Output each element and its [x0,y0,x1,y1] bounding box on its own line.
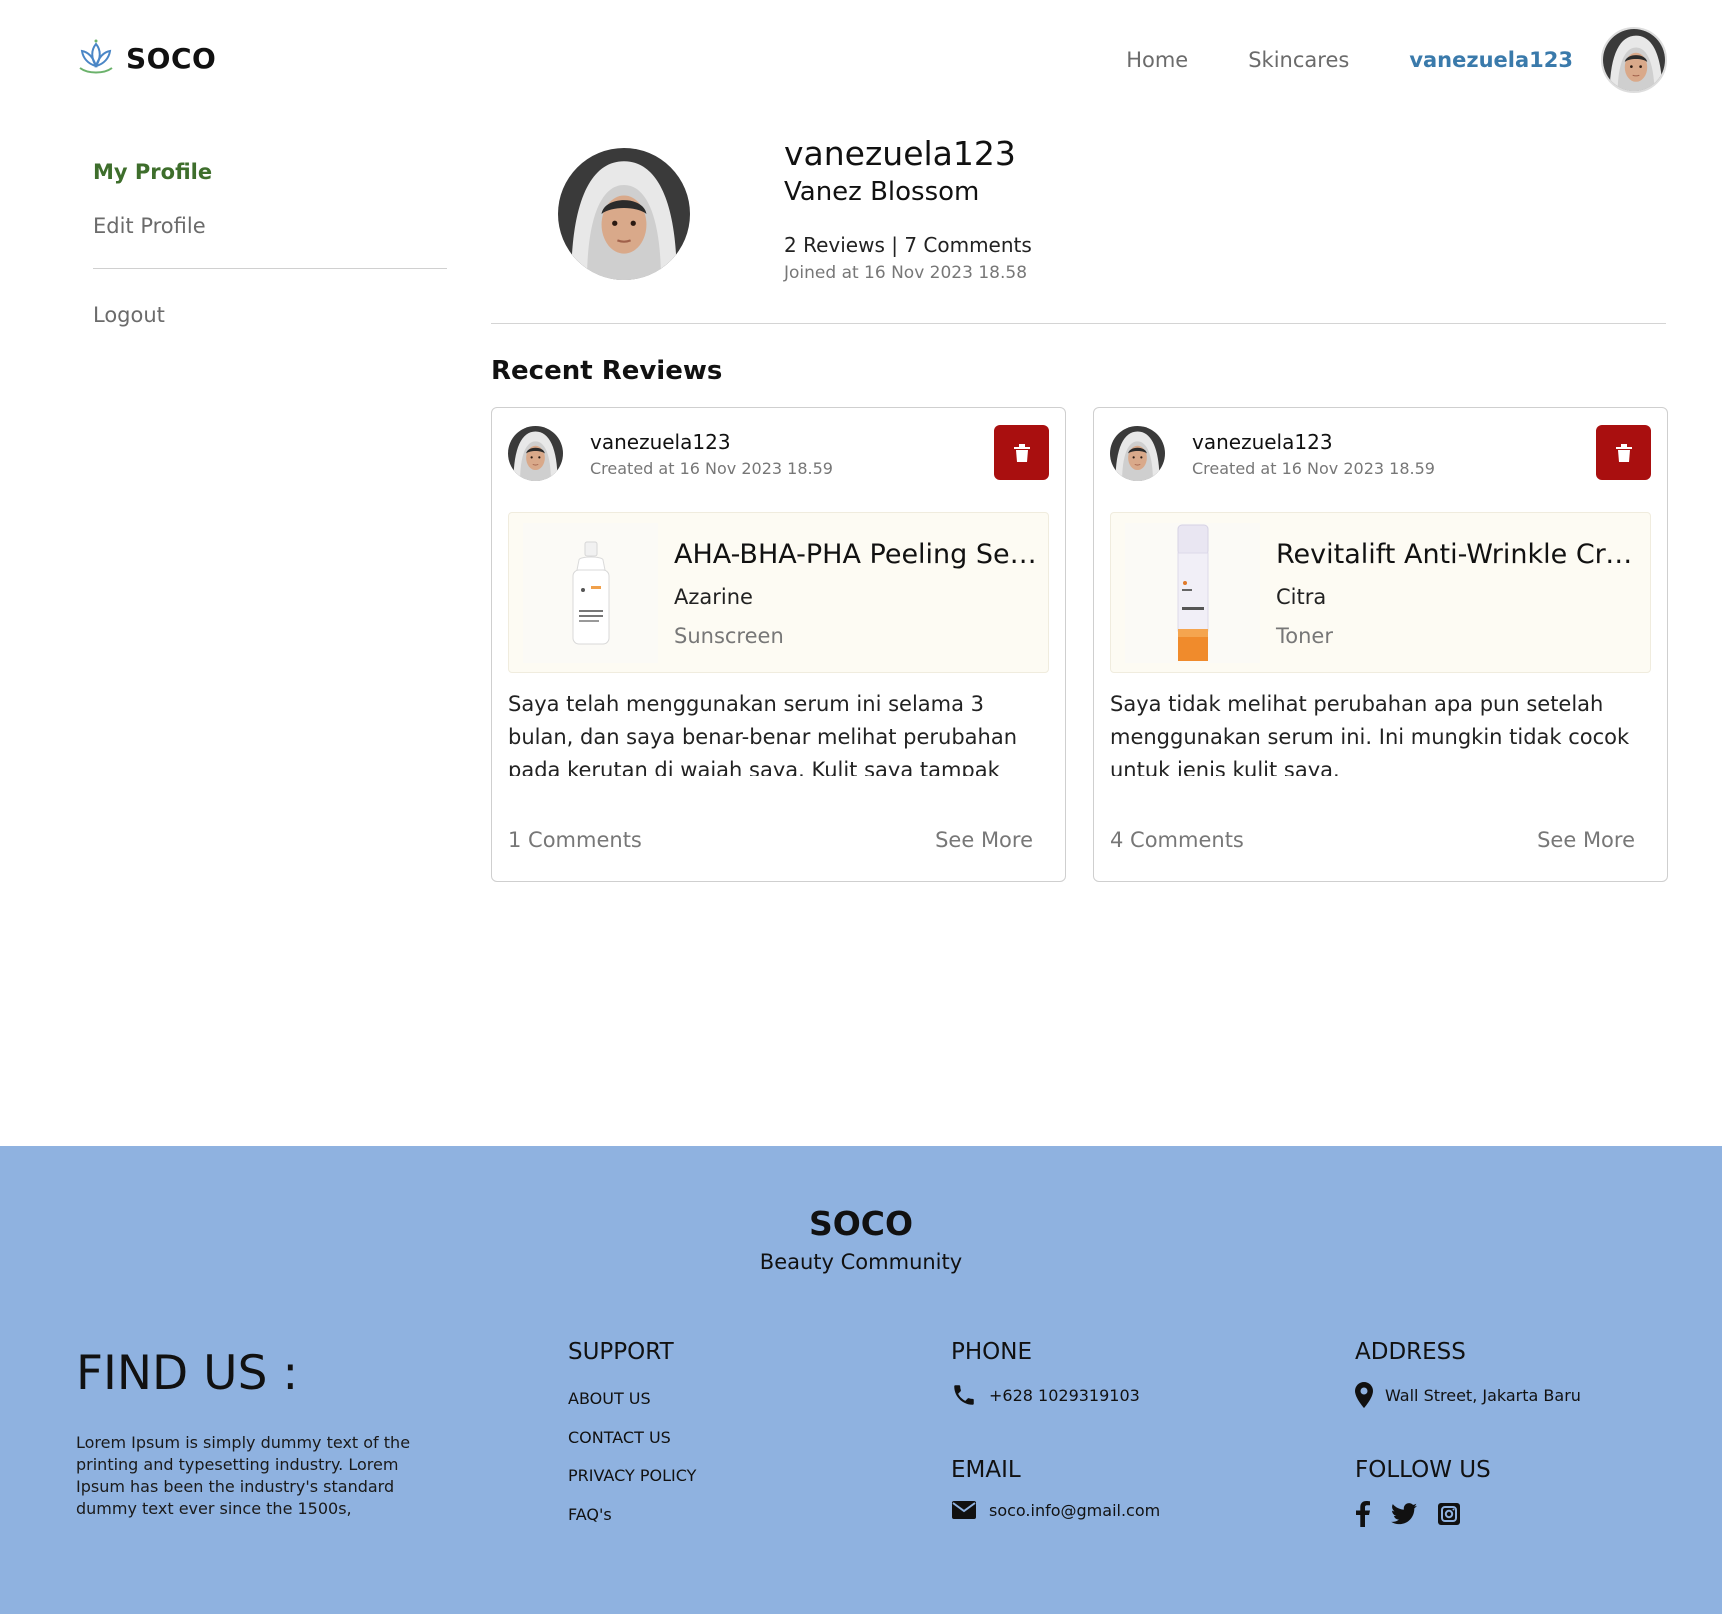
twitter-icon[interactable] [1391,1503,1417,1525]
brand-name: SOCO [126,41,217,75]
reviewer-username[interactable]: vanezuela123 [590,430,731,454]
product-brand: Citra [1276,585,1327,609]
see-more-link[interactable]: See More [1537,828,1635,852]
product-summary[interactable]: Revitalift Anti-Wrinkle Cream Citra Tone… [1110,512,1651,673]
phone-row: +628 1029319103 [951,1382,1140,1408]
review-text: Saya telah menggunakan serum ini selama … [508,692,1018,776]
sidebar-divider [93,268,447,269]
reviewer-avatar[interactable] [1110,426,1165,481]
sidebar-item-edit-profile[interactable]: Edit Profile [93,214,447,238]
envelope-icon [951,1500,977,1520]
product-image [523,523,658,663]
review-created-date: Created at 16 Nov 2023 18.59 [590,459,833,478]
delete-review-button[interactable] [994,425,1049,480]
product-category: Sunscreen [674,624,784,648]
brand[interactable]: SOCO [76,38,216,78]
profile-username: vanezuela123 [784,134,1016,173]
nav-username-link[interactable]: vanezuela123 [1409,48,1573,72]
product-summary[interactable]: AHA-BHA-PHA Peeling Serum Azarine Sunscr… [508,512,1049,673]
profile-divider [491,323,1666,324]
follow-us-heading: FOLLOW US [1355,1457,1491,1483]
delete-review-button[interactable] [1596,425,1651,480]
footer-link-faqs[interactable]: FAQ's [568,1505,612,1524]
navbar: SOCO Home Skincares vanezuela123 [0,0,1722,122]
email-address: soco.info@gmail.com [989,1500,1161,1520]
footer-link-privacy-policy[interactable]: PRIVACY POLICY [568,1466,696,1485]
footer-tagline: Beauty Community [759,1250,963,1274]
reviewer-username[interactable]: vanezuela123 [1192,430,1333,454]
location-pin-icon [1355,1382,1373,1408]
nav-home-link[interactable]: Home [1126,48,1188,72]
support-heading: SUPPORT [568,1339,674,1365]
sidebar-item-my-profile[interactable]: My Profile [93,160,447,184]
review-created-date: Created at 16 Nov 2023 18.59 [1192,459,1435,478]
footer: SOCO Beauty Community FIND US : Lorem Ip… [0,1146,1722,1614]
review-text: Saya tidak melihat perubahan apa pun set… [1110,692,1630,776]
profile-joined-date: Joined at 16 Nov 2023 18.58 [784,263,1028,283]
footer-brand: SOCO [808,1204,914,1243]
product-image [1125,523,1260,663]
sidebar: My Profile Edit Profile Logout [93,160,447,327]
comments-count-link[interactable]: 1 Comments [508,828,642,852]
nav-skincares-link[interactable]: Skincares [1248,48,1349,72]
address-heading: ADDRESS [1355,1339,1466,1365]
find-us-heading: FIND US : [76,1346,299,1401]
email-row: soco.info@gmail.com [951,1500,1160,1520]
trash-icon [1612,441,1636,465]
sidebar-item-logout[interactable]: Logout [93,303,447,327]
email-heading: EMAIL [951,1457,1021,1483]
nav-links: Home Skincares vanezuela123 [1126,26,1722,94]
address-text: Wall Street, Jakarta Baru [1385,1385,1581,1405]
facebook-icon[interactable] [1355,1501,1371,1527]
review-card: vanezuela123 Created at 16 Nov 2023 18.5… [491,407,1066,882]
recent-reviews-title: Recent Reviews [491,356,723,386]
address-row: Wall Street, Jakarta Baru [1355,1382,1581,1408]
profile-info: vanezuela123 Vanez Blossom 2 Reviews | 7… [784,134,1032,283]
nav-avatar[interactable] [1601,27,1667,93]
footer-link-contact-us[interactable]: CONTACT US [568,1428,671,1447]
trash-icon [1010,441,1034,465]
product-category: Toner [1276,624,1333,648]
profile-stats: 2 Reviews | 7 Comments [784,233,1032,257]
product-brand: Azarine [674,585,753,609]
phone-icon [951,1382,977,1408]
see-more-link[interactable]: See More [935,828,1033,852]
reviewer-avatar[interactable] [508,426,563,481]
profile-full-name: Vanez Blossom [784,177,980,207]
product-name: AHA-BHA-PHA Peeling Serum [674,539,1039,570]
instagram-icon[interactable] [1437,1502,1461,1526]
find-us-description: Lorem Ipsum is simply dummy text of the … [76,1433,411,1518]
phone-number: +628 1029319103 [989,1385,1140,1405]
comments-count-link[interactable]: 4 Comments [1110,828,1244,852]
social-links [1355,1501,1461,1527]
product-name: Revitalift Anti-Wrinkle Cream [1276,539,1641,570]
review-card: vanezuela123 Created at 16 Nov 2023 18.5… [1093,407,1668,882]
lotus-logo-icon [76,38,116,78]
phone-heading: PHONE [951,1339,1033,1365]
footer-link-about-us[interactable]: ABOUT US [568,1389,651,1408]
profile-avatar [558,148,690,280]
